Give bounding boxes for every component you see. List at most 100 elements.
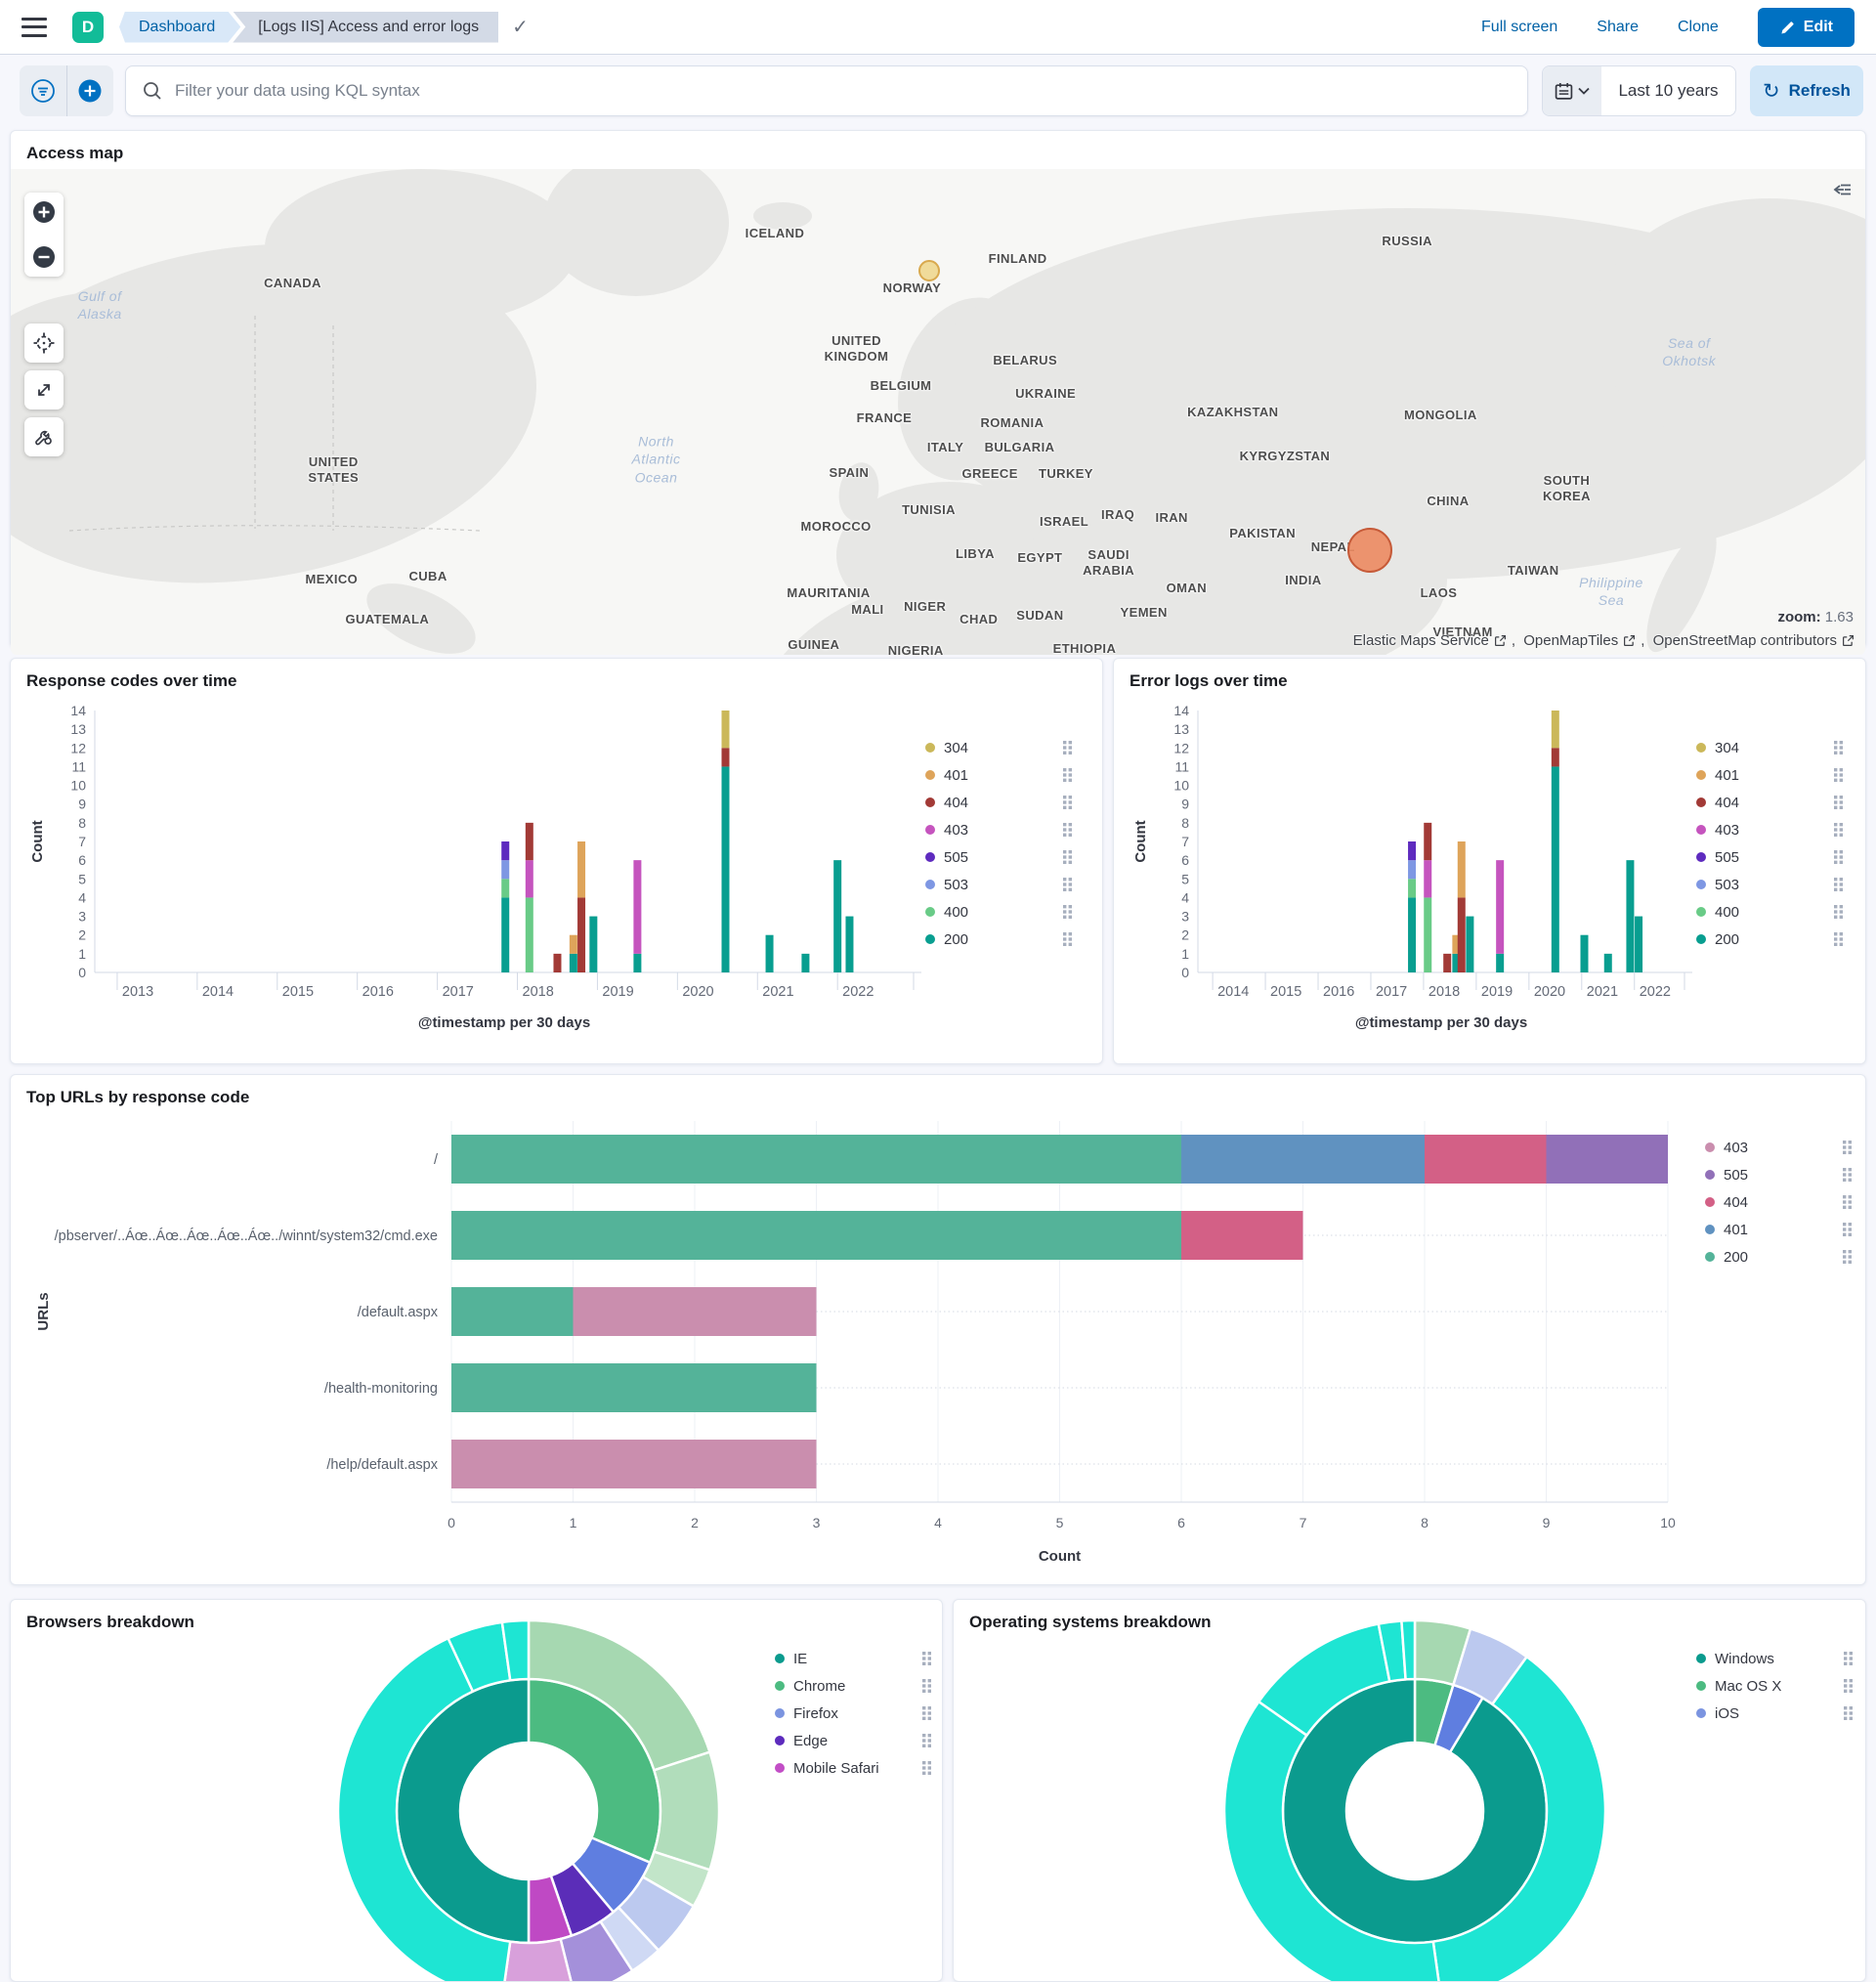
sunburst-slice[interactable] bbox=[1283, 1679, 1547, 1943]
map-zoom-in-button[interactable] bbox=[24, 193, 64, 232]
legend-item-505[interactable]: 505 bbox=[1696, 843, 1843, 871]
bar-segment-200[interactable] bbox=[633, 954, 641, 972]
bar-segment-200[interactable] bbox=[589, 917, 597, 972]
legend-actions-icon[interactable] bbox=[1063, 823, 1072, 837]
legend-actions-icon[interactable] bbox=[1843, 1250, 1852, 1264]
bar-segment-400[interactable] bbox=[1408, 879, 1416, 897]
legend-actions-icon[interactable] bbox=[1844, 1706, 1853, 1720]
legend-actions-icon[interactable] bbox=[1843, 1195, 1852, 1209]
bar-segment-403[interactable] bbox=[574, 1287, 817, 1336]
bar-segment-403[interactable] bbox=[451, 1440, 817, 1488]
legend-actions-icon[interactable] bbox=[1063, 796, 1072, 809]
bar-segment-400[interactable] bbox=[501, 879, 509, 897]
legend-item-200[interactable]: 200 bbox=[1696, 926, 1843, 953]
legend-item-200[interactable]: 200 bbox=[1705, 1243, 1852, 1271]
bar-segment-403[interactable] bbox=[633, 860, 641, 954]
bar-segment-200[interactable] bbox=[1552, 766, 1559, 972]
bar-segment-404[interactable] bbox=[1181, 1211, 1303, 1260]
legend-actions-icon[interactable] bbox=[1063, 741, 1072, 754]
bar-segment-200[interactable] bbox=[451, 1287, 574, 1336]
sunburst-slice[interactable] bbox=[654, 1752, 719, 1871]
legend-actions-icon[interactable] bbox=[1834, 932, 1843, 946]
top-urls-chart[interactable]: 012345678910//pbserver/..Áœ..Áœ..Áœ..Áœ.… bbox=[26, 1113, 1687, 1573]
bar-segment-404[interactable] bbox=[1458, 897, 1466, 972]
legend-actions-icon[interactable] bbox=[922, 1734, 931, 1747]
bar-segment-404[interactable] bbox=[1425, 1135, 1547, 1184]
bar-segment-503[interactable] bbox=[501, 860, 509, 879]
legend-actions-icon[interactable] bbox=[1843, 1168, 1852, 1182]
legend-item-403[interactable]: 403 bbox=[1696, 816, 1843, 843]
legend-actions-icon[interactable] bbox=[1834, 905, 1843, 919]
bar-segment-404[interactable] bbox=[1552, 748, 1559, 766]
bar-segment-200[interactable] bbox=[766, 935, 774, 972]
bar-segment-401[interactable] bbox=[1181, 1135, 1425, 1184]
legend-item-firefox[interactable]: Firefox bbox=[775, 1700, 931, 1727]
legend-actions-icon[interactable] bbox=[1844, 1652, 1853, 1665]
legend-item-401[interactable]: 401 bbox=[1705, 1216, 1852, 1243]
breadcrumb-dashboard[interactable]: Dashboard bbox=[119, 12, 240, 43]
legend-item-400[interactable]: 400 bbox=[1696, 898, 1843, 926]
bar-segment-400[interactable] bbox=[1424, 897, 1431, 972]
map-zoom-out-button[interactable] bbox=[24, 237, 64, 277]
legend-actions-icon[interactable] bbox=[1834, 823, 1843, 837]
bar-segment-200[interactable] bbox=[845, 917, 853, 972]
legend-item-mobile-safari[interactable]: Mobile Safari bbox=[775, 1754, 931, 1782]
legend-actions-icon[interactable] bbox=[922, 1679, 931, 1693]
clone-link[interactable]: Clone bbox=[1678, 19, 1719, 36]
edit-button[interactable]: Edit bbox=[1758, 8, 1855, 47]
bar-segment-401[interactable] bbox=[570, 935, 577, 954]
bar-segment-400[interactable] bbox=[526, 897, 533, 972]
bar-segment-200[interactable] bbox=[570, 954, 577, 972]
legend-item-404[interactable]: 404 bbox=[925, 789, 1072, 816]
legend-item-403[interactable]: 403 bbox=[1705, 1134, 1852, 1161]
full-screen-link[interactable]: Full screen bbox=[1481, 19, 1557, 36]
legend-actions-icon[interactable] bbox=[922, 1706, 931, 1720]
bar-segment-200[interactable] bbox=[1626, 860, 1634, 972]
attribution-link[interactable]: OpenStreetMap contributors bbox=[1653, 632, 1837, 649]
bar-segment-304[interactable] bbox=[1552, 711, 1559, 748]
bar-segment-200[interactable] bbox=[801, 954, 809, 972]
bar-segment-404[interactable] bbox=[1424, 823, 1431, 860]
attribution-link[interactable]: Elastic Maps Service bbox=[1353, 632, 1489, 649]
map-set-view-button[interactable] bbox=[24, 323, 64, 363]
legend-item-304[interactable]: 304 bbox=[1696, 734, 1843, 761]
legend-item-ie[interactable]: IE bbox=[775, 1645, 931, 1672]
legend-item-edge[interactable]: Edge bbox=[775, 1727, 931, 1754]
bar-segment-403[interactable] bbox=[1496, 860, 1504, 954]
bar-segment-505[interactable] bbox=[501, 841, 509, 860]
legend-item-404[interactable]: 404 bbox=[1696, 789, 1843, 816]
legend-item-200[interactable]: 200 bbox=[925, 926, 1072, 953]
legend-actions-icon[interactable] bbox=[1834, 741, 1843, 754]
bar-segment-200[interactable] bbox=[451, 1135, 1181, 1184]
bar-segment-200[interactable] bbox=[1580, 935, 1588, 972]
norway-marker[interactable] bbox=[918, 260, 940, 281]
bar-segment-200[interactable] bbox=[451, 1211, 1181, 1260]
saved-filters-button[interactable] bbox=[20, 65, 66, 116]
bar-segment-200[interactable] bbox=[501, 897, 509, 972]
legend-item-505[interactable]: 505 bbox=[925, 843, 1072, 871]
legend-item-401[interactable]: 401 bbox=[925, 761, 1072, 789]
error-logs-chart[interactable]: 0123456789101112131420142015201620172018… bbox=[1130, 697, 1696, 1041]
legend-item-403[interactable]: 403 bbox=[925, 816, 1072, 843]
legend-item-401[interactable]: 401 bbox=[1696, 761, 1843, 789]
collapse-legend-button[interactable] bbox=[1832, 181, 1854, 198]
legend-actions-icon[interactable] bbox=[1063, 905, 1072, 919]
legend-item-503[interactable]: 503 bbox=[1696, 871, 1843, 898]
bar-segment-403[interactable] bbox=[1424, 860, 1431, 897]
map-tools-button[interactable] bbox=[24, 417, 64, 456]
bar-segment-200[interactable] bbox=[1496, 954, 1504, 972]
bar-segment-200[interactable] bbox=[1635, 917, 1642, 972]
legend-actions-icon[interactable] bbox=[1843, 1223, 1852, 1236]
legend-item-404[interactable]: 404 bbox=[1705, 1188, 1852, 1216]
bar-segment-200[interactable] bbox=[1408, 897, 1416, 972]
legend-actions-icon[interactable] bbox=[1063, 768, 1072, 782]
legend-actions-icon[interactable] bbox=[922, 1652, 931, 1665]
bar-segment-404[interactable] bbox=[721, 748, 729, 766]
legend-item-505[interactable]: 505 bbox=[1705, 1161, 1852, 1188]
map-fit-to-data-button[interactable] bbox=[24, 370, 64, 409]
share-link[interactable]: Share bbox=[1597, 19, 1639, 36]
bar-segment-404[interactable] bbox=[553, 954, 561, 972]
legend-actions-icon[interactable] bbox=[1063, 878, 1072, 891]
legend-actions-icon[interactable] bbox=[1063, 850, 1072, 864]
legend-item-mac-os-x[interactable]: Mac OS X bbox=[1696, 1672, 1853, 1700]
